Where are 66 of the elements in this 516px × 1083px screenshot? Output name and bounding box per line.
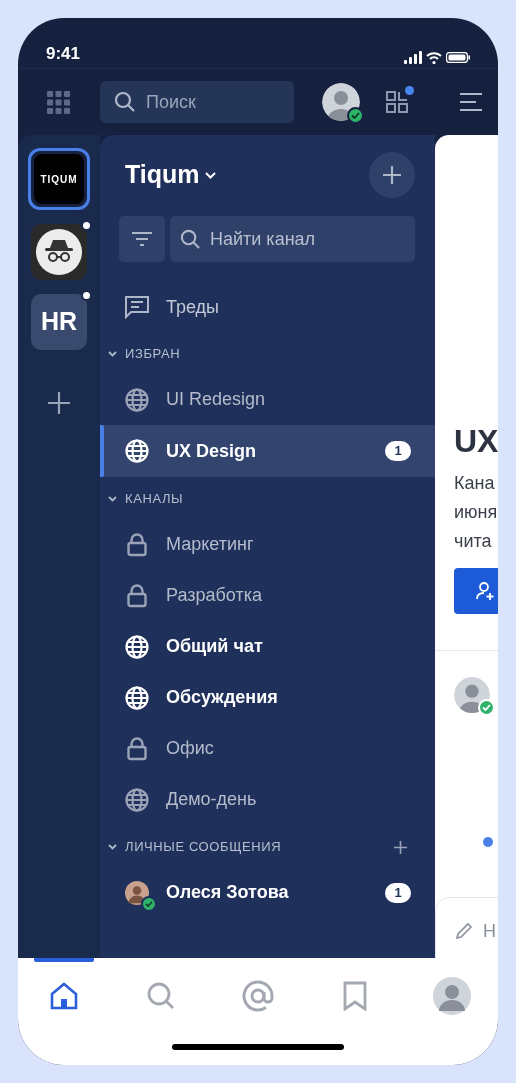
channel-title: UX: [454, 422, 498, 460]
search-icon: [180, 228, 201, 250]
selection-indicator: [100, 425, 104, 477]
globe-icon: [125, 439, 149, 463]
search-icon: [114, 91, 136, 113]
plus-icon: [383, 166, 401, 184]
workspace-button[interactable]: [31, 224, 87, 280]
section-header[interactable]: ЛИЧНЫЕ СООБЩЕНИЯ: [108, 837, 282, 857]
workspace-switcher[interactable]: Tiqum: [125, 156, 216, 194]
at-sign-icon: [242, 980, 274, 1012]
direct-message-item[interactable]: Олеся Зотова 1: [100, 867, 435, 918]
apps-grid-icon[interactable]: [47, 90, 70, 114]
status-time: 9:41: [46, 42, 81, 65]
pencil-icon: [456, 922, 473, 939]
channel-description-line: июня: [454, 501, 498, 524]
threads-item[interactable]: Треды: [100, 282, 435, 332]
message-avatar: [454, 677, 490, 713]
bookmark-icon: [343, 981, 367, 1011]
incognito-icon: [36, 229, 82, 275]
channel-item[interactable]: Разработка: [100, 570, 435, 621]
add-member-button[interactable]: [454, 568, 498, 614]
person-silhouette-icon: [125, 878, 149, 907]
chevron-down-icon: [108, 351, 117, 357]
channel-item[interactable]: UX Design 1: [100, 425, 435, 477]
menu-icon[interactable]: [460, 93, 482, 111]
lock-icon: [127, 532, 147, 557]
signal-icon: [404, 51, 422, 64]
globe-icon: [125, 387, 149, 412]
lock-icon: [127, 736, 147, 761]
channel-item[interactable]: Демо-день: [100, 774, 435, 825]
add-workspace-icon[interactable]: [48, 392, 70, 414]
channel-item[interactable]: Офис: [100, 723, 435, 774]
home-icon: [50, 982, 78, 1010]
filter-icon: [132, 231, 152, 247]
search-field[interactable]: Поиск: [100, 81, 294, 123]
channel-item[interactable]: Общий чат: [100, 621, 435, 672]
chevron-down-icon: [108, 844, 117, 850]
section-header[interactable]: ИЗБРАН: [108, 344, 181, 364]
unread-count-badge: 1: [385, 882, 411, 903]
wifi-icon: [426, 51, 442, 64]
chevron-down-icon: [108, 496, 117, 502]
channel-item[interactable]: Обсуждения: [100, 672, 435, 723]
lock-icon: [127, 583, 147, 608]
channel-item[interactable]: Маркетинг: [100, 519, 435, 570]
widgets-icon[interactable]: [386, 91, 408, 113]
plus-icon[interactable]: [394, 840, 407, 854]
workspace-button[interactable]: HR: [31, 294, 87, 350]
channel-search-field[interactable]: Найти канал: [170, 216, 415, 262]
person-silhouette-icon: [433, 977, 471, 1015]
channel-description-line: Кана: [454, 472, 496, 495]
globe-icon: [125, 634, 149, 659]
search-placeholder: Поиск: [146, 90, 196, 114]
globe-icon: [125, 685, 149, 710]
user-plus-icon: [476, 581, 496, 601]
battery-icon: [446, 52, 470, 63]
filter-button[interactable]: [119, 216, 165, 262]
chevron-down-icon: [204, 171, 216, 179]
section-header[interactable]: КАНАЛЫ: [108, 489, 184, 509]
message-icon: [125, 295, 149, 319]
globe-icon: [125, 787, 149, 812]
add-button[interactable]: [369, 152, 415, 198]
workspace-button[interactable]: TIQUM: [28, 148, 90, 210]
channel-item[interactable]: UI Redesign: [100, 374, 435, 425]
search-icon: [147, 982, 175, 1010]
channel-description-line: чита: [454, 530, 493, 553]
unread-count-badge: 1: [385, 441, 411, 461]
